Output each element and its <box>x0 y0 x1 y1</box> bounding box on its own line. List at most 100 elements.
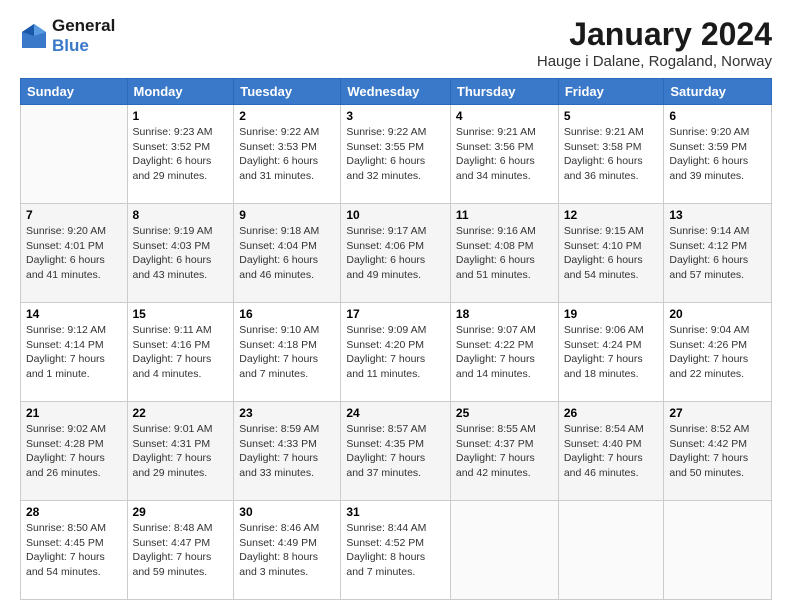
day-content: Sunrise: 9:16 AM Sunset: 4:08 PM Dayligh… <box>456 224 553 283</box>
table-row: 6Sunrise: 9:20 AM Sunset: 3:59 PM Daylig… <box>664 105 772 204</box>
calendar-week-row: 21 Sunrise: 9:02 AM Sunset: 4:28 PM Dayli… <box>21 402 772 501</box>
table-row: 2Sunrise: 9:22 AM Sunset: 3:53 PM Daylig… <box>234 105 341 204</box>
logo-text: General Blue <box>52 16 115 56</box>
title-block: January 2024 Hauge i Dalane, Rogaland, N… <box>537 16 772 70</box>
day-content: Sunrise: 8:46 AM Sunset: 4:49 PM Dayligh… <box>239 521 335 580</box>
table-row: 5 Sunrise: 9:21 AM Sunset: 3:58 PM Daylig… <box>558 105 664 204</box>
day-number: 23 <box>239 406 335 420</box>
day-content: Sunrise: 8:57 AM Sunset: 4:35 PM Dayligh… <box>346 422 445 481</box>
table-row: 12 Sunrise: 9:15 AM Sunset: 4:10 PM Dayli… <box>558 204 664 303</box>
day-number: 15 <box>133 307 229 321</box>
day-content: Sunrise: 8:50 AM Sunset: 4:45 PM Dayligh… <box>26 521 122 580</box>
day-number: 12 <box>564 208 659 222</box>
calendar-table: Sunday Monday Tuesday Wednesday Thursday… <box>20 78 772 600</box>
table-row: 30 Sunrise: 8:46 AM Sunset: 4:49 PM Dayli… <box>234 501 341 600</box>
table-row <box>21 105 128 204</box>
day-number: 24 <box>346 406 445 420</box>
col-sunday: Sunday <box>21 79 128 105</box>
day-number: 8 <box>133 208 229 222</box>
day-number: 27 <box>669 406 766 420</box>
table-row: 15 Sunrise: 9:11 AM Sunset: 4:16 PM Dayli… <box>127 303 234 402</box>
day-number: 20 <box>669 307 766 321</box>
table-row: 31 Sunrise: 8:44 AM Sunset: 4:52 PM Dayli… <box>341 501 451 600</box>
day-content: Sunrise: 9:22 AM Sunset: 3:55 PM Dayligh… <box>346 125 445 184</box>
day-number: 31 <box>346 505 445 519</box>
day-number: 6 <box>669 109 766 123</box>
table-row: 14 Sunrise: 9:12 AM Sunset: 4:14 PM Dayli… <box>21 303 128 402</box>
location-text: Hauge i Dalane, Rogaland, Norway <box>537 53 772 70</box>
day-number: 13 <box>669 208 766 222</box>
day-number: 17 <box>346 307 445 321</box>
day-number: 19 <box>564 307 659 321</box>
table-row: 25Sunrise: 8:55 AM Sunset: 4:37 PM Dayli… <box>450 402 558 501</box>
table-row <box>450 501 558 600</box>
header: General Blue January 2024 Hauge i Dalane… <box>20 16 772 70</box>
day-number: 4 <box>456 109 553 123</box>
day-number: 1 <box>133 109 229 123</box>
day-content: Sunrise: 8:55 AM Sunset: 4:37 PM Dayligh… <box>456 422 553 481</box>
calendar-week-row: 1 Sunrise: 9:23 AM Sunset: 3:52 PM Daylig… <box>21 105 772 204</box>
day-content: Sunrise: 9:21 AM Sunset: 3:58 PM Dayligh… <box>564 125 659 184</box>
calendar-week-row: 14 Sunrise: 9:12 AM Sunset: 4:14 PM Dayli… <box>21 303 772 402</box>
day-content: Sunrise: 9:01 AM Sunset: 4:31 PM Dayligh… <box>133 422 229 481</box>
day-content: Sunrise: 9:11 AM Sunset: 4:16 PM Dayligh… <box>133 323 229 382</box>
page: General Blue January 2024 Hauge i Dalane… <box>0 0 792 612</box>
day-content: Sunrise: 9:20 AM Sunset: 4:01 PM Dayligh… <box>26 224 122 283</box>
day-content: Sunrise: 9:09 AM Sunset: 4:20 PM Dayligh… <box>346 323 445 382</box>
calendar-header-row: Sunday Monday Tuesday Wednesday Thursday… <box>21 79 772 105</box>
table-row: 23 Sunrise: 8:59 AM Sunset: 4:33 PM Dayli… <box>234 402 341 501</box>
table-row: 3 Sunrise: 9:22 AM Sunset: 3:55 PM Daylig… <box>341 105 451 204</box>
table-row: 10 Sunrise: 9:17 AM Sunset: 4:06 PM Dayli… <box>341 204 451 303</box>
table-row: 8Sunrise: 9:19 AM Sunset: 4:03 PM Daylig… <box>127 204 234 303</box>
col-monday: Monday <box>127 79 234 105</box>
day-number: 16 <box>239 307 335 321</box>
day-content: Sunrise: 9:21 AM Sunset: 3:56 PM Dayligh… <box>456 125 553 184</box>
table-row: 18 Sunrise: 9:07 AM Sunset: 4:22 PM Dayli… <box>450 303 558 402</box>
day-number: 30 <box>239 505 335 519</box>
table-row: 26Sunrise: 8:54 AM Sunset: 4:40 PM Dayli… <box>558 402 664 501</box>
month-year-title: January 2024 <box>537 16 772 53</box>
day-number: 18 <box>456 307 553 321</box>
table-row: 9Sunrise: 9:18 AM Sunset: 4:04 PM Daylig… <box>234 204 341 303</box>
day-content: Sunrise: 8:52 AM Sunset: 4:42 PM Dayligh… <box>669 422 766 481</box>
day-content: Sunrise: 8:54 AM Sunset: 4:40 PM Dayligh… <box>564 422 659 481</box>
table-row: 24 Sunrise: 8:57 AM Sunset: 4:35 PM Dayli… <box>341 402 451 501</box>
table-row: 22Sunrise: 9:01 AM Sunset: 4:31 PM Dayli… <box>127 402 234 501</box>
logo: General Blue <box>20 16 115 56</box>
day-number: 7 <box>26 208 122 222</box>
day-content: Sunrise: 9:10 AM Sunset: 4:18 PM Dayligh… <box>239 323 335 382</box>
day-number: 9 <box>239 208 335 222</box>
day-content: Sunrise: 8:48 AM Sunset: 4:47 PM Dayligh… <box>133 521 229 580</box>
day-number: 3 <box>346 109 445 123</box>
logo-icon <box>20 22 48 50</box>
table-row: 19Sunrise: 9:06 AM Sunset: 4:24 PM Dayli… <box>558 303 664 402</box>
day-content: Sunrise: 9:02 AM Sunset: 4:28 PM Dayligh… <box>26 422 122 481</box>
day-number: 21 <box>26 406 122 420</box>
table-row: 20 Sunrise: 9:04 AM Sunset: 4:26 PM Dayli… <box>664 303 772 402</box>
calendar-week-row: 28Sunrise: 8:50 AM Sunset: 4:45 PM Dayli… <box>21 501 772 600</box>
day-content: Sunrise: 8:44 AM Sunset: 4:52 PM Dayligh… <box>346 521 445 580</box>
day-number: 10 <box>346 208 445 222</box>
col-tuesday: Tuesday <box>234 79 341 105</box>
day-content: Sunrise: 9:12 AM Sunset: 4:14 PM Dayligh… <box>26 323 122 382</box>
day-content: Sunrise: 9:23 AM Sunset: 3:52 PM Dayligh… <box>133 125 229 184</box>
table-row: 16 Sunrise: 9:10 AM Sunset: 4:18 PM Dayli… <box>234 303 341 402</box>
day-number: 14 <box>26 307 122 321</box>
table-row <box>558 501 664 600</box>
day-number: 5 <box>564 109 659 123</box>
day-content: Sunrise: 9:15 AM Sunset: 4:10 PM Dayligh… <box>564 224 659 283</box>
day-content: Sunrise: 9:22 AM Sunset: 3:53 PM Dayligh… <box>239 125 335 184</box>
day-content: Sunrise: 8:59 AM Sunset: 4:33 PM Dayligh… <box>239 422 335 481</box>
day-content: Sunrise: 9:04 AM Sunset: 4:26 PM Dayligh… <box>669 323 766 382</box>
col-wednesday: Wednesday <box>341 79 451 105</box>
table-row: 28Sunrise: 8:50 AM Sunset: 4:45 PM Dayli… <box>21 501 128 600</box>
calendar-week-row: 7 Sunrise: 9:20 AM Sunset: 4:01 PM Daylig… <box>21 204 772 303</box>
table-row: 17 Sunrise: 9:09 AM Sunset: 4:20 PM Dayli… <box>341 303 451 402</box>
day-content: Sunrise: 9:07 AM Sunset: 4:22 PM Dayligh… <box>456 323 553 382</box>
day-content: Sunrise: 9:17 AM Sunset: 4:06 PM Dayligh… <box>346 224 445 283</box>
table-row: 4 Sunrise: 9:21 AM Sunset: 3:56 PM Daylig… <box>450 105 558 204</box>
table-row: 21 Sunrise: 9:02 AM Sunset: 4:28 PM Dayli… <box>21 402 128 501</box>
col-thursday: Thursday <box>450 79 558 105</box>
table-row: 11Sunrise: 9:16 AM Sunset: 4:08 PM Dayli… <box>450 204 558 303</box>
col-friday: Friday <box>558 79 664 105</box>
